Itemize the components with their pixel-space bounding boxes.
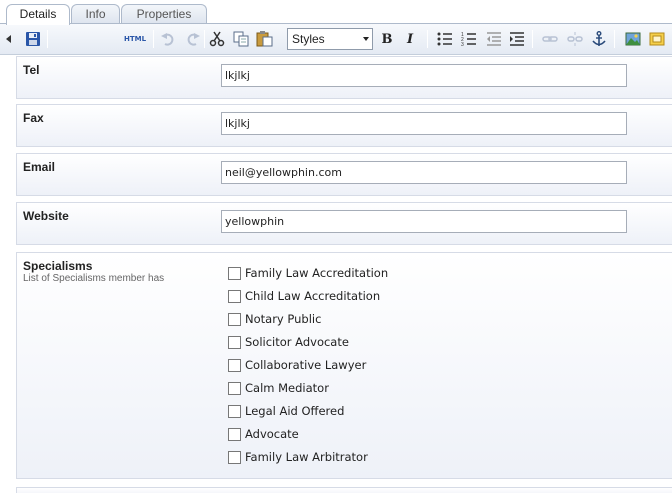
italic-icon[interactable]: I — [400, 30, 420, 48]
indent-icon[interactable] — [507, 30, 527, 48]
checkbox-notary-public[interactable]: Notary Public — [228, 310, 528, 328]
toolbar-separator — [532, 30, 533, 48]
checkbox-box[interactable] — [228, 266, 241, 280]
specialisms-label: Specialisms — [23, 259, 93, 273]
insert-image-icon[interactable] — [623, 30, 643, 48]
checkbox-box[interactable] — [228, 312, 241, 326]
checkbox-box[interactable] — [228, 404, 241, 418]
fax-row: Fax lkjlkj — [16, 104, 672, 147]
copy-icon[interactable] — [231, 30, 251, 48]
styles-dropdown[interactable]: Styles — [287, 28, 373, 50]
checkbox-family-law-accreditation[interactable]: Family Law Accreditation — [228, 264, 528, 282]
toolbar-separator — [153, 30, 154, 48]
checkbox-box[interactable] — [228, 358, 241, 372]
website-row: Website yellowphin — [16, 202, 672, 245]
html-icon[interactable]: HTML — [122, 30, 148, 48]
checkbox-box[interactable] — [228, 381, 241, 395]
checkbox-advocate[interactable]: Advocate — [228, 425, 528, 443]
styles-dropdown-value: Styles — [292, 32, 325, 46]
website-input[interactable]: yellowphin — [221, 210, 627, 233]
tab-details[interactable]: Details — [6, 4, 70, 25]
tab-properties[interactable]: Properties — [121, 4, 207, 24]
email-label: Email — [23, 160, 56, 174]
checkbox-box[interactable] — [228, 450, 241, 464]
checkbox-legal-aid-offered[interactable]: Legal Aid Offered — [228, 402, 528, 420]
collapse-arrow-icon[interactable] — [4, 30, 14, 48]
specialisms-row: Specialisms List of Specialisms member h… — [16, 252, 672, 479]
editor-toolbar: HTML Styles B I 123 — [0, 24, 672, 55]
toolbar-separator — [47, 30, 48, 48]
toolbar-separator — [614, 30, 615, 48]
save-icon[interactable] — [23, 30, 43, 48]
checkbox-collaborative-lawyer[interactable]: Collaborative Lawyer — [228, 356, 528, 374]
checkbox-family-law-arbitrator[interactable]: Family Law Arbitrator — [228, 448, 528, 466]
anchor-icon[interactable] — [589, 30, 609, 48]
paste-icon[interactable] — [255, 30, 275, 48]
outdent-icon[interactable] — [484, 30, 504, 48]
insert-media-icon[interactable] — [647, 30, 667, 48]
toolbar-separator — [204, 30, 205, 48]
redo-icon[interactable] — [183, 30, 203, 48]
specialisms-description: List of Specialisms member has — [23, 273, 165, 284]
undo-icon[interactable] — [158, 30, 178, 48]
chevron-down-icon — [363, 37, 369, 41]
toolbar-separator — [427, 30, 428, 48]
tel-input[interactable]: lkjlkj — [221, 64, 627, 87]
checkbox-child-law-accreditation[interactable]: Child Law Accreditation — [228, 287, 528, 305]
tab-info[interactable]: Info — [71, 4, 120, 24]
svg-text:3: 3 — [461, 42, 464, 47]
checkbox-box[interactable] — [228, 289, 241, 303]
next-row-partial — [16, 487, 672, 493]
checkbox-solicitor-advocate[interactable]: Solicitor Advocate — [228, 333, 528, 351]
link-icon[interactable] — [540, 30, 560, 48]
email-row: Email neil@yellowphin.com — [16, 153, 672, 196]
checkbox-calm-mediator[interactable]: Calm Mediator — [228, 379, 528, 397]
tel-label: Tel — [23, 63, 40, 77]
website-label: Website — [23, 209, 69, 223]
cut-icon[interactable] — [207, 30, 227, 48]
checkbox-box[interactable] — [228, 427, 241, 441]
fax-input[interactable]: lkjlkj — [221, 112, 627, 135]
checkbox-box[interactable] — [228, 335, 241, 349]
tab-bar: Details Info Properties — [0, 0, 672, 25]
form-content: Tel lkjlkj Fax lkjlkj Email neil@yellowp… — [0, 56, 672, 493]
bullet-list-icon[interactable] — [435, 30, 455, 48]
tel-row: Tel lkjlkj — [16, 56, 672, 99]
numbered-list-icon[interactable]: 123 — [459, 30, 479, 48]
unlink-icon[interactable] — [565, 30, 585, 48]
fax-label: Fax — [23, 111, 44, 125]
email-input[interactable]: neil@yellowphin.com — [221, 161, 627, 184]
bold-icon[interactable]: B — [377, 30, 397, 48]
